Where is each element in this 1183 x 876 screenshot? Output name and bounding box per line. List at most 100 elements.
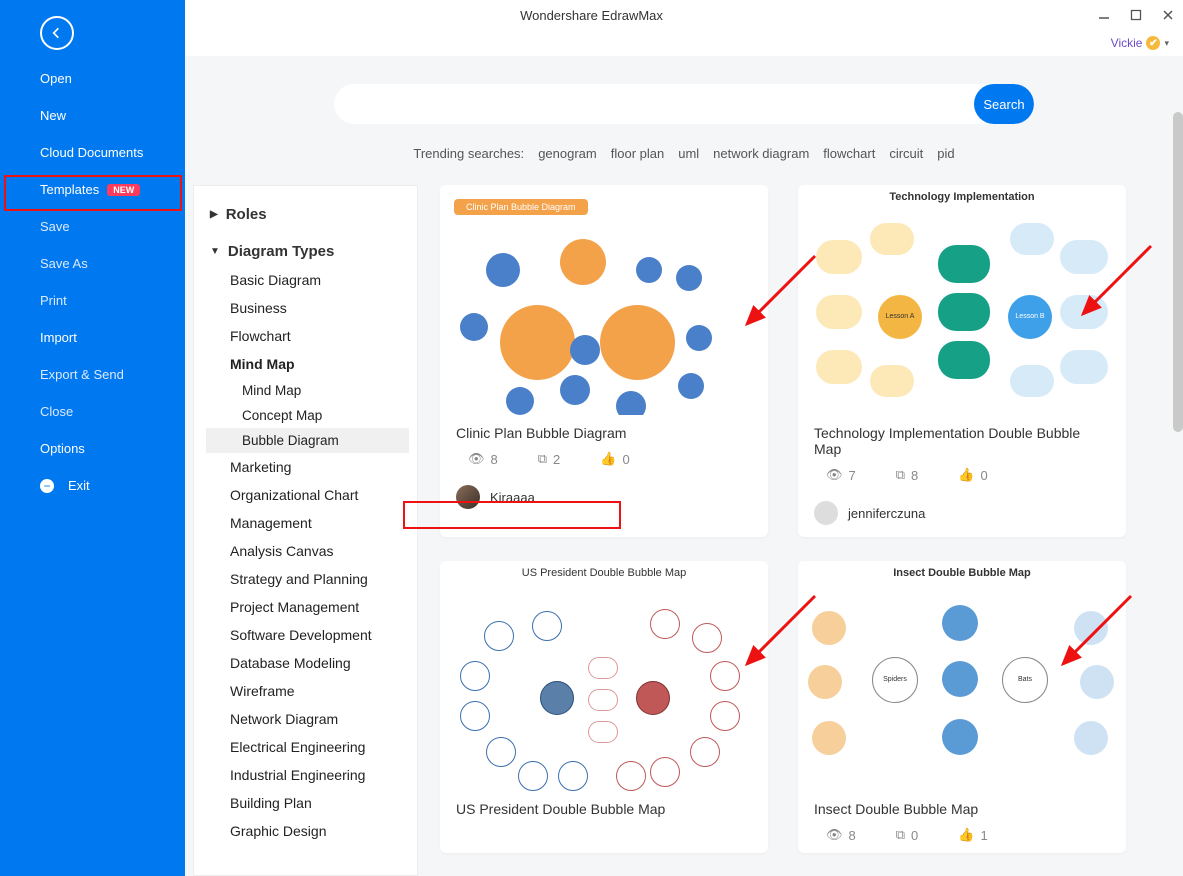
category-flowchart[interactable]: Flowchart — [206, 322, 409, 350]
window-title: Wondershare EdrawMax — [520, 8, 663, 23]
category-organizational-chart[interactable]: Organizational Chart — [206, 481, 409, 509]
thumb-label: US President Double Bubble Map — [440, 567, 768, 579]
template-title: Insect Double Bubble Map — [798, 791, 1126, 823]
template-title: US President Double Bubble Map — [440, 791, 768, 823]
sidebar-label: Close — [40, 404, 73, 419]
category-project-management[interactable]: Project Management — [206, 593, 409, 621]
copy-icon: ⧉ — [896, 827, 905, 843]
template-card[interactable]: Technology Implementation Lesson A Lesso… — [798, 185, 1126, 537]
maximize-button[interactable] — [1129, 8, 1143, 22]
minimize-button[interactable] — [1097, 8, 1111, 22]
trending-link[interactable]: pid — [937, 146, 954, 161]
category-industrial-engineering[interactable]: Industrial Engineering — [206, 761, 409, 789]
template-title: Technology Implementation Double Bubble … — [798, 415, 1126, 463]
template-stats: 👁8 ⧉2 👍0 — [440, 447, 768, 477]
template-card[interactable]: Insect Double Bubble Map Spiders Bats — [798, 561, 1126, 853]
template-stats: 👁8 ⧉0 👍1 — [798, 823, 1126, 853]
trending-link[interactable]: genogram — [538, 146, 597, 161]
trending-link[interactable]: network diagram — [713, 146, 809, 161]
template-thumbnail: Technology Implementation Lesson A Lesso… — [798, 185, 1126, 415]
likes-count: 0 — [622, 452, 629, 467]
category-graphic-design[interactable]: Graphic Design — [206, 817, 409, 845]
template-thumbnail: Clinic Plan Bubble Diagram — [440, 185, 768, 415]
views-count: 8 — [849, 828, 856, 843]
template-thumbnail: Insect Double Bubble Map Spiders Bats — [798, 561, 1126, 791]
category-strategy-planning[interactable]: Strategy and Planning — [206, 565, 409, 593]
template-author[interactable]: jenniferczuna — [798, 493, 1126, 537]
sidebar-label: Cloud Documents — [40, 145, 143, 160]
section-label: Diagram Types — [228, 243, 334, 260]
category-wireframe[interactable]: Wireframe — [206, 677, 409, 705]
category-basic-diagram[interactable]: Basic Diagram — [206, 266, 409, 294]
sidebar: Open New Cloud Documents TemplatesNEW Sa… — [0, 0, 185, 876]
subcategory-bubble-diagram[interactable]: Bubble Diagram — [206, 428, 409, 453]
sidebar-item-cloud-documents[interactable]: Cloud Documents — [0, 134, 185, 171]
user-dropdown-icon[interactable]: ▾ — [1164, 38, 1169, 49]
sidebar-item-export-send[interactable]: Export & Send — [0, 356, 185, 393]
sidebar-item-save-as[interactable]: Save As — [0, 245, 185, 282]
category-electrical-engineering[interactable]: Electrical Engineering — [206, 733, 409, 761]
sidebar-label: Exit — [68, 478, 90, 493]
views-count: 7 — [849, 468, 856, 483]
user-name[interactable]: Vickie — [1111, 36, 1143, 50]
author-avatar — [814, 501, 838, 525]
sidebar-item-new[interactable]: New — [0, 97, 185, 134]
close-button[interactable] — [1161, 8, 1175, 22]
template-stats: 👁7 ⧉8 👍0 — [798, 463, 1126, 493]
trending-link[interactable]: floor plan — [611, 146, 664, 161]
sidebar-label: Export & Send — [40, 367, 124, 382]
roles-section[interactable]: ▶Roles — [206, 200, 409, 229]
copy-icon: ⧉ — [538, 451, 547, 467]
subcategory-mind-map[interactable]: Mind Map — [206, 378, 409, 403]
sidebar-item-exit[interactable]: −Exit — [0, 467, 185, 504]
sidebar-item-templates[interactable]: TemplatesNEW — [0, 171, 185, 208]
category-management[interactable]: Management — [206, 509, 409, 537]
trending-label: Trending searches: — [413, 146, 524, 161]
back-button[interactable] — [40, 16, 74, 50]
category-network-diagram[interactable]: Network Diagram — [206, 705, 409, 733]
eye-icon: 👁 — [468, 451, 485, 467]
sidebar-label: Import — [40, 330, 77, 345]
copies-count: 2 — [553, 452, 560, 467]
template-title: Clinic Plan Bubble Diagram — [440, 415, 768, 447]
search-button[interactable]: Search — [974, 84, 1034, 124]
copy-icon: ⧉ — [896, 467, 905, 483]
category-building-plan[interactable]: Building Plan — [206, 789, 409, 817]
trending-searches: Trending searches: genogram floor plan u… — [413, 146, 954, 161]
category-analysis-canvas[interactable]: Analysis Canvas — [206, 537, 409, 565]
sidebar-item-open[interactable]: Open — [0, 60, 185, 97]
template-thumbnail: US President Double Bubble Map — [440, 561, 768, 791]
likes-count: 1 — [980, 828, 987, 843]
category-marketing[interactable]: Marketing — [206, 453, 409, 481]
trending-link[interactable]: circuit — [889, 146, 923, 161]
sidebar-label: Options — [40, 441, 85, 456]
search-input[interactable] — [334, 96, 974, 112]
sidebar-item-import[interactable]: Import — [0, 319, 185, 356]
author-name: jenniferczuna — [848, 506, 925, 521]
search-box: Search — [334, 84, 1034, 124]
author-name: Kiraaaa — [490, 490, 535, 505]
new-badge: NEW — [107, 184, 140, 196]
trending-link[interactable]: uml — [678, 146, 699, 161]
sidebar-item-options[interactable]: Options — [0, 430, 185, 467]
author-avatar — [456, 485, 480, 509]
trending-link[interactable]: flowchart — [823, 146, 875, 161]
category-database-modeling[interactable]: Database Modeling — [206, 649, 409, 677]
sidebar-label: Open — [40, 71, 72, 86]
sidebar-item-close[interactable]: Close — [0, 393, 185, 430]
subcategory-concept-map[interactable]: Concept Map — [206, 403, 409, 428]
collapse-icon: ▶ — [210, 209, 218, 220]
copies-count: 8 — [911, 468, 918, 483]
diagram-types-section[interactable]: ▼ Diagram Types — [206, 237, 409, 266]
category-software-development[interactable]: Software Development — [206, 621, 409, 649]
user-avatar-icon[interactable]: ✔ — [1146, 36, 1160, 50]
category-business[interactable]: Business — [206, 294, 409, 322]
template-author[interactable]: Kiraaaa — [440, 477, 768, 521]
sidebar-item-print[interactable]: Print — [0, 282, 185, 319]
thumb-label: Insect Double Bubble Map — [798, 567, 1126, 579]
expand-icon: ▼ — [210, 246, 220, 257]
category-mind-map[interactable]: Mind Map — [206, 350, 409, 378]
template-card[interactable]: US President Double Bubble Map — [440, 561, 768, 853]
template-card[interactable]: Clinic Plan Bubble Diagram — [440, 185, 768, 537]
sidebar-item-save[interactable]: Save — [0, 208, 185, 245]
